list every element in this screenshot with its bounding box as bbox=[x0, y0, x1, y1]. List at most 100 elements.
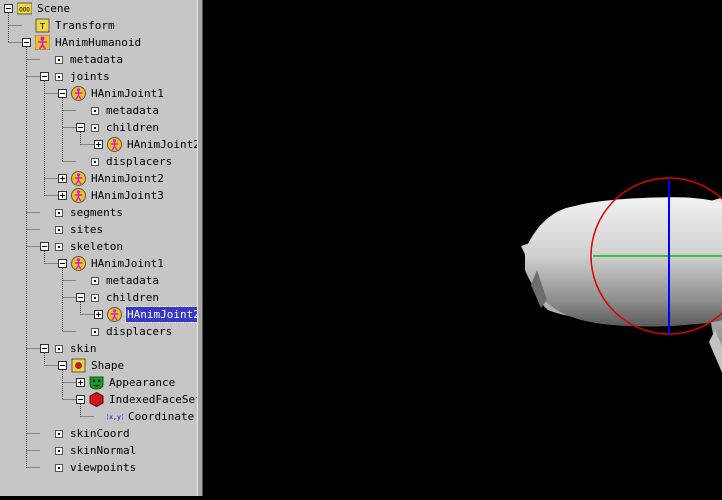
tree-node[interactable]: metadata bbox=[40, 51, 124, 68]
tree-node-label[interactable]: HAnimJoint3 bbox=[90, 188, 165, 203]
collapse-toggle[interactable] bbox=[40, 72, 49, 81]
field-icon bbox=[55, 55, 63, 64]
tree-node[interactable]: HAnimJoint2 bbox=[58, 170, 165, 187]
collapse-toggle[interactable] bbox=[58, 361, 67, 370]
tree-node[interactable]: children bbox=[76, 289, 160, 306]
tree-node[interactable]: (x,y) Coordinate bbox=[94, 408, 195, 425]
tree-node[interactable]: HAnimJoint1 bbox=[58, 255, 165, 272]
joint-icon bbox=[71, 256, 86, 271]
tree-node[interactable]: displacers bbox=[76, 153, 173, 170]
tree-node-label[interactable]: metadata bbox=[69, 52, 124, 67]
joint-icon bbox=[107, 307, 122, 322]
tree-node-label[interactable]: segments bbox=[69, 205, 124, 220]
faceset-icon bbox=[89, 392, 104, 407]
field-icon bbox=[55, 429, 63, 438]
tree-node-label[interactable]: Transform bbox=[54, 18, 116, 33]
app-window: OOO Scene T Transform HAnimHumanoid metadata j… bbox=[0, 0, 722, 496]
field-icon bbox=[55, 446, 63, 455]
tree-node-label[interactable]: HAnimJoint2 bbox=[90, 171, 165, 186]
tree-node[interactable]: HAnimHumanoid bbox=[22, 34, 142, 51]
tree-node[interactable]: metadata bbox=[76, 272, 160, 289]
tree-node-label[interactable]: skin bbox=[69, 341, 98, 356]
collapse-toggle[interactable] bbox=[76, 395, 85, 404]
collapse-toggle[interactable] bbox=[76, 293, 85, 302]
scene-tree-panel[interactable]: OOO Scene T Transform HAnimHumanoid metadata j… bbox=[0, 0, 197, 496]
collapse-toggle[interactable] bbox=[40, 242, 49, 251]
field-icon bbox=[55, 242, 63, 251]
shape-icon bbox=[71, 358, 86, 373]
tree-node-label[interactable]: skinNormal bbox=[69, 443, 137, 458]
field-icon bbox=[55, 72, 63, 81]
tree-node-label[interactable]: HAnimHumanoid bbox=[54, 35, 142, 50]
collapse-toggle[interactable] bbox=[76, 123, 85, 132]
tree-node-label[interactable]: skinCoord bbox=[69, 426, 131, 441]
tree-node[interactable]: OOO Scene bbox=[4, 0, 71, 17]
tree-node[interactable]: skeleton bbox=[40, 238, 124, 255]
field-icon bbox=[55, 225, 63, 234]
expand-toggle[interactable] bbox=[94, 310, 103, 319]
tree-node-label[interactable]: HAnimJoint1 bbox=[90, 256, 165, 271]
field-icon bbox=[91, 293, 99, 302]
3d-viewport[interactable] bbox=[203, 0, 722, 496]
collapse-toggle[interactable] bbox=[58, 259, 67, 268]
tree-node[interactable]: T Transform bbox=[22, 17, 116, 34]
field-icon bbox=[91, 157, 99, 166]
tree-node[interactable]: Shape bbox=[58, 357, 125, 374]
joint-icon bbox=[71, 171, 86, 186]
appearance-icon bbox=[89, 375, 104, 390]
tree-node-label[interactable]: IndexedFaceSet bbox=[108, 392, 197, 407]
humanoid-icon bbox=[35, 35, 50, 50]
tree-node-label[interactable]: metadata bbox=[105, 103, 160, 118]
collapse-toggle[interactable] bbox=[58, 89, 67, 98]
tree-node-label[interactable]: skeleton bbox=[69, 239, 124, 254]
tree-node[interactable]: metadata bbox=[76, 102, 160, 119]
tree-node[interactable]: skinCoord bbox=[40, 425, 131, 442]
tree-node-label[interactable]: children bbox=[105, 290, 160, 305]
tree-node[interactable]: HAnimJoint2 bbox=[94, 306, 197, 323]
tree-node[interactable]: HAnimJoint1 bbox=[58, 85, 165, 102]
tree-node[interactable]: viewpoints bbox=[40, 459, 137, 476]
collapse-toggle[interactable] bbox=[40, 344, 49, 353]
collapse-toggle[interactable] bbox=[4, 4, 13, 13]
tree-node-label[interactable]: displacers bbox=[105, 154, 173, 169]
field-icon bbox=[91, 327, 99, 336]
coordinate-icon-text: (x,y) bbox=[107, 413, 123, 421]
tree-node[interactable]: skinNormal bbox=[40, 442, 137, 459]
tree-node[interactable]: children bbox=[76, 119, 160, 136]
expand-toggle[interactable] bbox=[58, 191, 67, 200]
tree-node-label[interactable]: Shape bbox=[90, 358, 125, 373]
tree-node-label[interactable]: HAnimJoint2 bbox=[125, 306, 197, 323]
scene-icon: OOO bbox=[17, 1, 32, 16]
viewport-canvas[interactable] bbox=[203, 0, 722, 496]
tree-node-label[interactable]: displacers bbox=[105, 324, 173, 339]
tree-node-label[interactable]: Appearance bbox=[108, 375, 176, 390]
tree-node[interactable]: HAnimJoint3 bbox=[58, 187, 165, 204]
tree-node[interactable]: Appearance bbox=[76, 374, 176, 391]
skin-mesh bbox=[521, 197, 722, 373]
tree-node[interactable]: displacers bbox=[76, 323, 173, 340]
tree-node-label[interactable]: HAnimJoint1 bbox=[90, 86, 165, 101]
tree-node-label[interactable]: metadata bbox=[105, 273, 160, 288]
tree-node-label[interactable]: HAnimJoint2 bbox=[126, 137, 197, 152]
expand-toggle[interactable] bbox=[76, 378, 85, 387]
tree-node[interactable]: skin bbox=[40, 340, 98, 357]
tree-node[interactable]: joints bbox=[40, 68, 111, 85]
tree-node[interactable]: sites bbox=[40, 221, 104, 238]
tree-node[interactable]: segments bbox=[40, 204, 124, 221]
tree-node[interactable]: IndexedFaceSet bbox=[76, 391, 197, 408]
expand-toggle[interactable] bbox=[94, 140, 103, 149]
tree-node-label[interactable]: sites bbox=[69, 222, 104, 237]
tree-node[interactable]: HAnimJoint2 bbox=[94, 136, 197, 153]
tree-node-label[interactable]: viewpoints bbox=[69, 460, 137, 475]
coordinate-icon: (x,y) bbox=[107, 409, 123, 424]
field-icon bbox=[91, 276, 99, 285]
tree-node-label[interactable]: Scene bbox=[36, 1, 71, 16]
joint-icon bbox=[107, 137, 122, 152]
expand-toggle[interactable] bbox=[58, 174, 67, 183]
tree-node-label[interactable]: joints bbox=[69, 69, 111, 84]
tree-node-label[interactable]: Coordinate bbox=[127, 409, 195, 424]
field-icon bbox=[91, 123, 99, 132]
collapse-toggle[interactable] bbox=[22, 38, 31, 47]
transform-icon: T bbox=[35, 18, 50, 33]
tree-node-label[interactable]: children bbox=[105, 120, 160, 135]
